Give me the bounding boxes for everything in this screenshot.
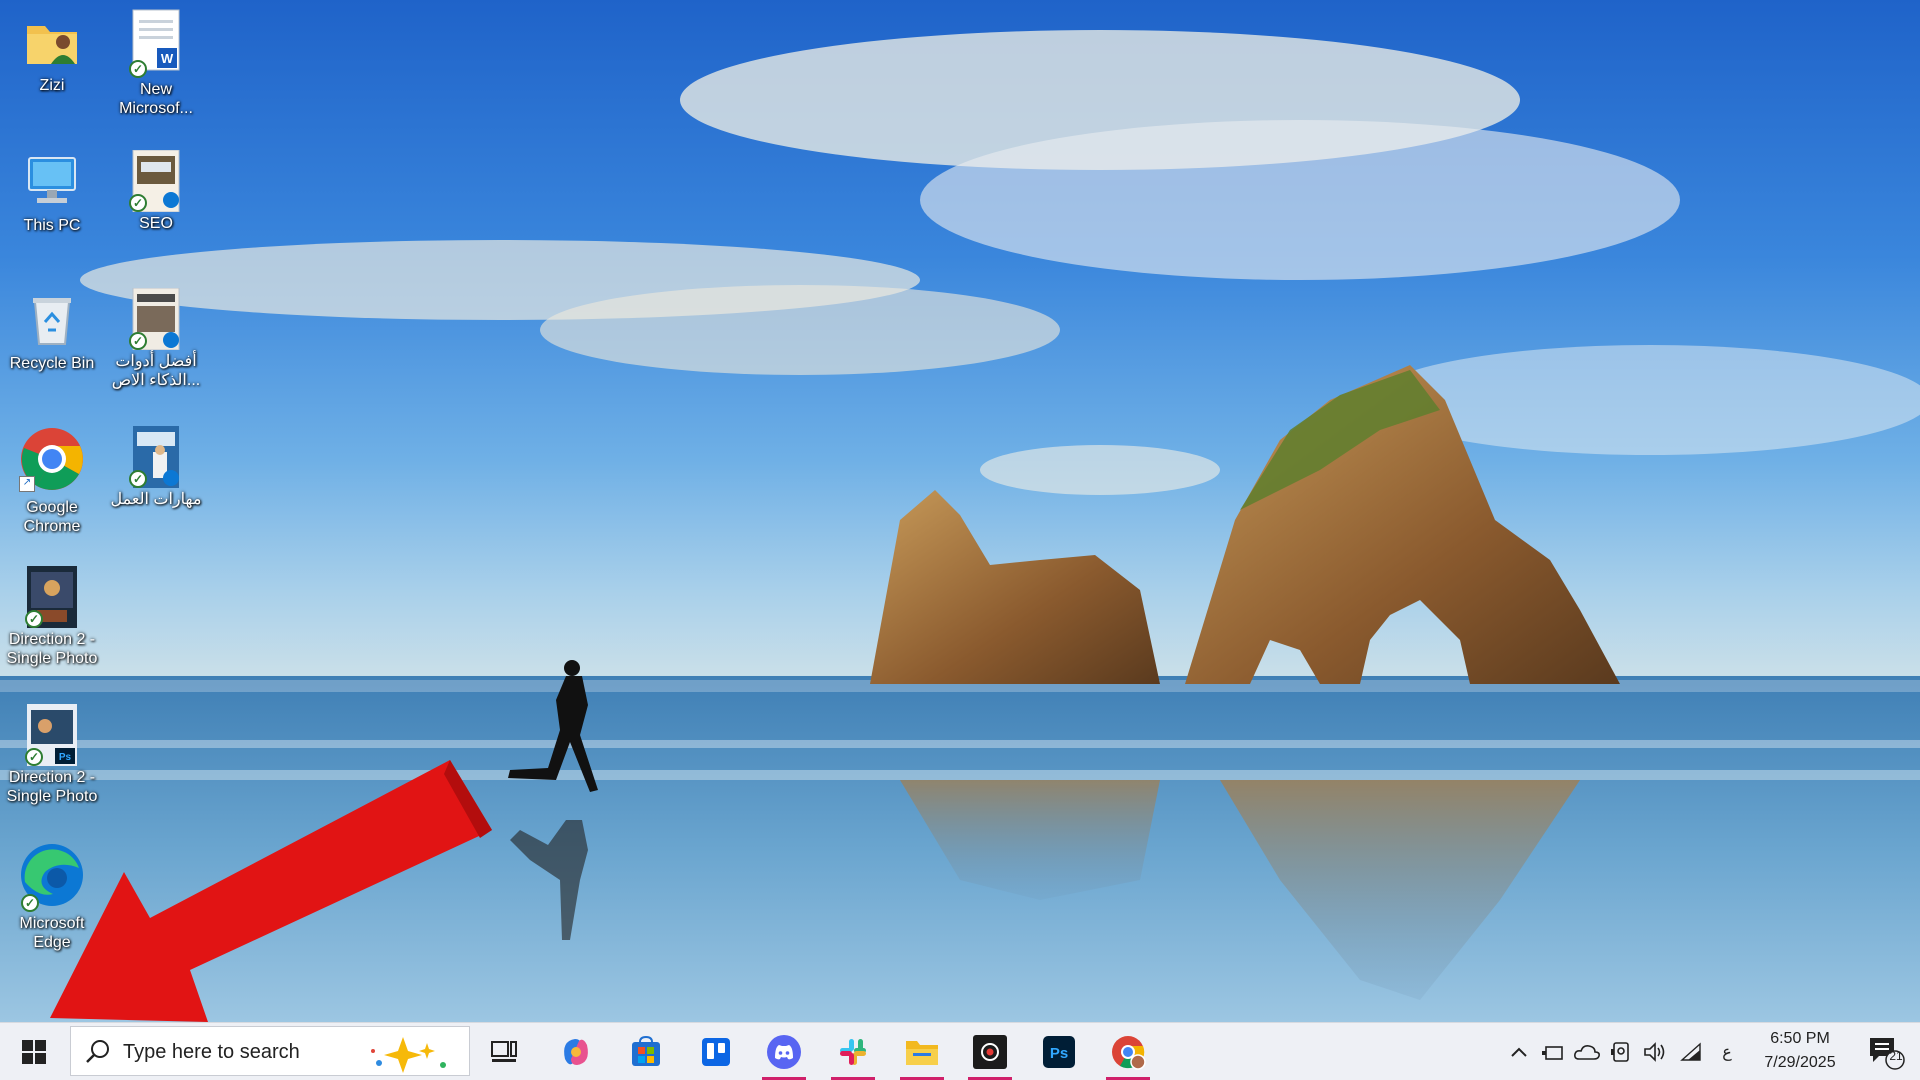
search-input[interactable] [121, 1037, 365, 1067]
wifi-icon [1680, 1041, 1701, 1061]
arabic-document-icon: ✓ [127, 287, 185, 351]
desktop-icon-recycle-bin[interactable]: Recycle Bin [2, 290, 102, 373]
svg-text:Ps: Ps [1050, 1045, 1068, 1062]
desktop-icon-label: مهارات العمل [110, 491, 202, 508]
sync-check-icon: ✓ [129, 470, 147, 488]
taskbar-search-box[interactable] [70, 1026, 470, 1076]
trello-button[interactable] [688, 1023, 744, 1080]
desktop-icon-direction-2-photo[interactable]: ✓ Direction 2 - Single Photo [2, 566, 102, 668]
desktop-icon-label: أفضل أدوات الذكاء الاص... [111, 353, 201, 389]
tray-meet-now[interactable] [1606, 1023, 1636, 1080]
discord-button[interactable] [756, 1023, 812, 1080]
desktop-icon-arabic-ai-tools[interactable]: ✓ أفضل أدوات الذكاء الاص... [106, 287, 206, 390]
search-icon [86, 1040, 109, 1063]
tray-volume[interactable] [1640, 1023, 1670, 1080]
desktop-icon-label: Direction 2 - Single Photo [6, 631, 98, 667]
sync-check-icon: ✓ [21, 894, 39, 912]
notification-count-badge: 21 [1889, 1049, 1903, 1063]
photo-file-icon: ✓ [23, 566, 81, 628]
chevron-up-icon [1511, 1047, 1527, 1057]
photoshop-icon: Ps [1043, 1035, 1075, 1068]
desktop-icon-seo[interactable]: ✓ SEO [106, 149, 206, 233]
svg-text:W: W [161, 51, 174, 66]
file-explorer-button[interactable] [894, 1023, 950, 1080]
desktop-icon-label: Recycle Bin [9, 355, 95, 372]
desktop-icon-new-microsoft-word[interactable]: W ✓ New Microsof... [106, 8, 206, 118]
camera-app-icon [1611, 1041, 1629, 1062]
onedrive-cloud-icon [1574, 1044, 1600, 1060]
red-arrow-annotation [50, 760, 492, 1022]
discord-icon [767, 1034, 801, 1069]
screen-recorder-icon [973, 1034, 1007, 1069]
chrome-profile-icon [1112, 1035, 1146, 1070]
arabic-book-icon: ✓ [127, 426, 185, 488]
notification-center-button[interactable]: 21 [1862, 1023, 1912, 1080]
copilot-icon [564, 1038, 588, 1065]
desktop-icon-this-pc[interactable]: This PC [2, 152, 102, 235]
word-document-icon: W ✓ [127, 8, 185, 78]
microsoft-store-button[interactable] [618, 1023, 674, 1080]
recycle-bin-icon [23, 290, 81, 348]
photoshop-button[interactable]: Ps [1031, 1023, 1087, 1080]
chrome-icon: ↗ [19, 426, 85, 492]
device-connection-icon [1542, 1045, 1563, 1060]
desktop-icon-label: SEO [139, 215, 173, 232]
input-language-label: ع [1722, 1043, 1732, 1061]
clock-time: 6:50 PM [1770, 1030, 1830, 1047]
sync-check-icon: ✓ [129, 60, 147, 78]
shortcut-arrow-icon: ↗ [19, 476, 35, 492]
sync-check-icon: ✓ [129, 332, 147, 350]
trello-icon [702, 1037, 730, 1066]
sync-check-icon: ✓ [129, 194, 147, 212]
copilot-button[interactable] [548, 1023, 604, 1080]
tray-onedrive[interactable] [1572, 1023, 1602, 1080]
slack-button[interactable] [825, 1023, 881, 1080]
slack-icon [840, 1038, 866, 1065]
speaker-volume-icon [1644, 1041, 1665, 1062]
task-view-button[interactable] [476, 1023, 532, 1080]
desktop-icon-work-skills[interactable]: ✓ مهارات العمل [106, 426, 206, 509]
windows-start-icon [22, 1039, 46, 1064]
seo-file-icon: ✓ [127, 149, 185, 213]
photoshop-file-icon: Ps ✓ [23, 704, 81, 766]
desktop-icon-google-chrome[interactable]: ↗ Google Chrome [2, 426, 102, 536]
microsoft-store-icon [632, 1035, 660, 1066]
computer-icon [23, 152, 81, 210]
clock-date: 7/29/2025 [1764, 1054, 1836, 1071]
user-folder-icon [23, 12, 81, 70]
taskbar-clock[interactable]: 6:50 PM 7/29/2025 [1748, 1027, 1852, 1075]
desktop-icon-label: Zizi [39, 77, 65, 94]
sync-check-icon: ✓ [25, 610, 43, 628]
tray-network[interactable] [1676, 1023, 1706, 1080]
start-button[interactable] [6, 1023, 62, 1080]
desktop-icon-label: Google Chrome [23, 499, 81, 535]
taskbar: Ps [0, 1022, 1920, 1080]
desktop-icon-zizi[interactable]: Zizi [2, 12, 102, 95]
screen-recorder-button[interactable] [962, 1023, 1018, 1080]
search-highlight-sparkle-icon[interactable] [365, 1033, 455, 1073]
chrome-profile-button[interactable] [1100, 1023, 1156, 1080]
tray-battery-device[interactable] [1538, 1023, 1568, 1080]
input-language-indicator[interactable]: ع [1712, 1023, 1742, 1080]
show-hidden-icons-button[interactable] [1504, 1023, 1534, 1080]
desktop-icon-label: New Microsof... [119, 81, 193, 117]
task-view-icon [491, 1040, 517, 1062]
file-explorer-icon [906, 1040, 938, 1065]
desktop-icon-label: This PC [23, 217, 81, 234]
